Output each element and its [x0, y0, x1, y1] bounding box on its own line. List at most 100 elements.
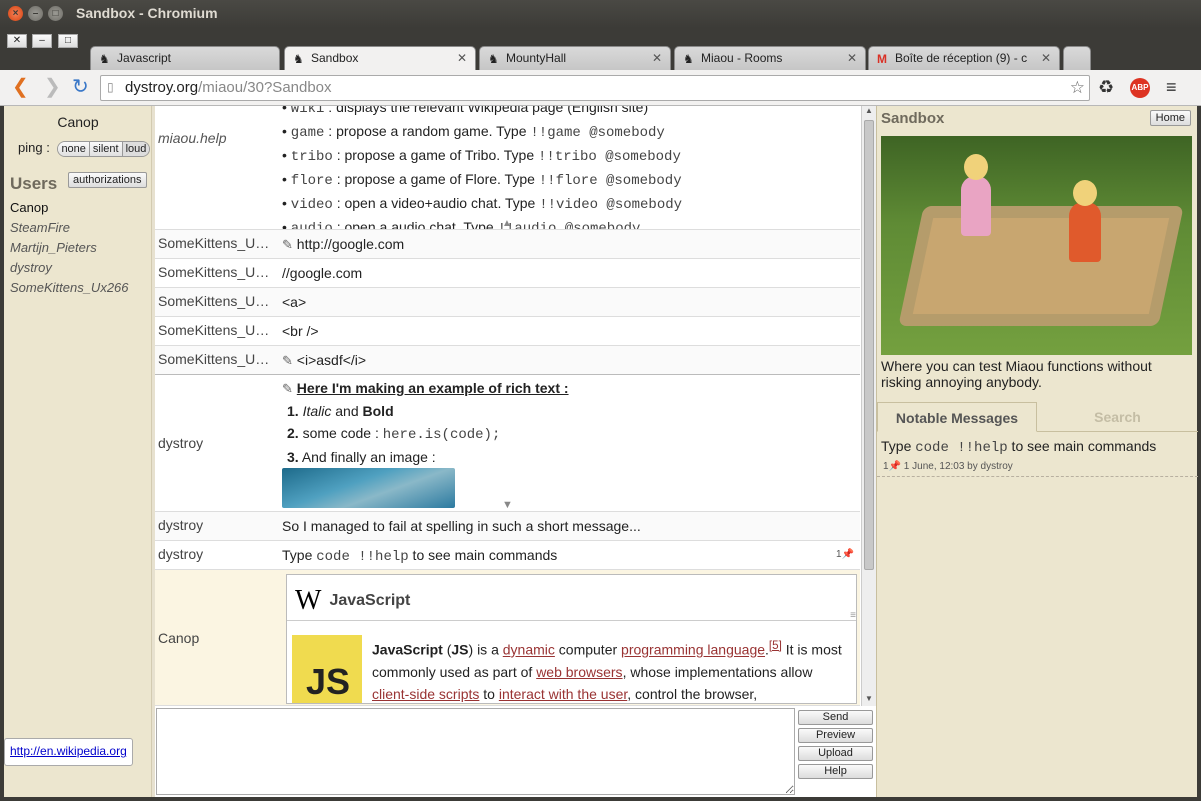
new-tab-button[interactable]: [1063, 46, 1091, 70]
help-text: : propose a random game. Type: [324, 123, 531, 139]
notable-message[interactable]: Type code !!help to see main commands: [881, 438, 1156, 456]
window-minimize-icon[interactable]: –: [28, 6, 43, 21]
close-icon[interactable]: ✕: [7, 34, 27, 48]
divider: [877, 476, 1198, 477]
home-button[interactable]: Home: [1149, 110, 1191, 126]
help-button[interactable]: Help: [798, 764, 873, 779]
room-title: Sandbox: [881, 110, 945, 127]
room-panel: Sandbox Home Where you can test Miaou fu…: [876, 106, 1198, 797]
authorizations-button[interactable]: authorizations: [68, 172, 147, 188]
help-line: • video : open a video+audio chat. Type …: [282, 195, 683, 213]
message-text: <a>: [282, 294, 307, 310]
tab-label: Miaou - Rooms: [701, 51, 783, 65]
message-author[interactable]: miaou.help: [158, 130, 276, 146]
scroll-up-icon[interactable]: ▲: [865, 106, 873, 115]
message[interactable]: dystroy Type code !!help to see main com…: [155, 541, 860, 570]
browser-window: × – □ Sandbox - Chromium ✕ – □ ♞ Javascr…: [0, 0, 1201, 801]
ping-loud-button[interactable]: loud: [122, 141, 150, 156]
message-text: <i>asdf</i>: [296, 352, 367, 368]
message-author[interactable]: SomeKittens_Ux266: [158, 322, 276, 338]
user-item[interactable]: dystroy: [10, 258, 129, 278]
ping-none-button[interactable]: none: [58, 141, 90, 156]
message-author[interactable]: SomeKittens_Ux266: [158, 264, 276, 280]
ping-options: none silent loud: [57, 140, 151, 157]
tab-gmail[interactable]: M Boîte de réception (9) - c ✕: [868, 46, 1060, 70]
user-item[interactable]: SomeKittens_Ux266: [10, 278, 129, 298]
window-maximize-icon[interactable]: □: [48, 6, 63, 21]
tab-sandbox[interactable]: ♞ Sandbox ✕: [284, 46, 476, 71]
pin-count[interactable]: 1📌: [836, 549, 854, 560]
back-icon[interactable]: ❮: [12, 77, 29, 97]
drag-handle-icon[interactable]: ≡: [850, 610, 856, 621]
message[interactable]: SomeKittens_Ux266 <a>: [155, 288, 860, 317]
message-input[interactable]: [156, 708, 795, 795]
message-author[interactable]: Canop: [158, 630, 276, 646]
help-code: !!audio @somebody: [497, 221, 641, 230]
tab-close-icon[interactable]: ✕: [847, 51, 857, 65]
tab-close-icon[interactable]: ✕: [457, 51, 467, 65]
tab-mountyhall[interactable]: ♞ MountyHall ✕: [479, 46, 671, 70]
user-item[interactable]: SteamFire: [10, 218, 129, 238]
wiki-ref-link[interactable]: [5]: [769, 639, 782, 652]
tab-miaou-rooms[interactable]: ♞ Miaou - Rooms ✕: [674, 46, 866, 70]
tab-close-icon[interactable]: ✕: [1041, 51, 1051, 65]
message-wiki[interactable]: Canop W JavaScript JS JavaScript (JS) is …: [155, 570, 860, 706]
minimize-icon[interactable]: –: [32, 34, 52, 48]
help-cmd: flore: [290, 173, 333, 189]
scrollbar-thumb[interactable]: [864, 120, 874, 570]
star-icon[interactable]: ☆: [1070, 78, 1085, 98]
help-code: !!game @somebody: [530, 125, 665, 141]
help-cmd: wiki: [290, 106, 325, 117]
address-bar[interactable]: ▯ dystroy.org/miaou/30?Sandbox ☆: [100, 75, 1090, 101]
message-author[interactable]: dystroy: [158, 435, 276, 451]
scroll-down-icon[interactable]: ▼: [865, 694, 873, 703]
page-content: Canop ping : none silent loud Users author…: [4, 106, 1198, 797]
adblock-icon[interactable]: ABP: [1130, 78, 1150, 98]
user-item[interactable]: Canop: [10, 198, 129, 218]
message-author[interactable]: SomeKittens_Ux266: [158, 293, 276, 309]
window-close-icon[interactable]: ×: [8, 6, 23, 21]
wiki-title: JavaScript: [329, 592, 411, 609]
wiki-bold: JavaScript: [372, 641, 443, 658]
current-user: Canop: [57, 114, 99, 130]
help-text: : displays the relevant Wikipedia page (…: [324, 106, 649, 115]
js-logo: JS: [292, 635, 362, 703]
message-rich[interactable]: dystroy ✎ Here I'm making an example of …: [155, 375, 860, 512]
user-item[interactable]: Martijn_Pieters: [10, 238, 129, 258]
message-author[interactable]: dystroy: [158, 517, 276, 533]
tab-notable-messages[interactable]: Notable Messages: [877, 402, 1037, 432]
menu-icon[interactable]: ≡: [1166, 77, 1177, 97]
wiki-link[interactable]: dynamic: [503, 642, 555, 658]
message[interactable]: SomeKittens_Ux266 <br />: [155, 317, 860, 346]
ping-silent-button[interactable]: silent: [89, 141, 123, 156]
collapse-arrow-icon[interactable]: ▲: [502, 218, 512, 229]
tab-search[interactable]: Search: [1037, 402, 1198, 432]
expand-arrow-icon[interactable]: ▼: [502, 499, 513, 511]
edited-pencil-icon: ✎: [282, 353, 293, 368]
message[interactable]: SomeKittens_Ux266 //google.com: [155, 259, 860, 288]
chat-scrollbar[interactable]: ▲ ▼: [861, 106, 876, 706]
browser-toolbar: ❮ ❯ ↻ ▯ dystroy.org/miaou/30?Sandbox ☆ ♻…: [0, 70, 1201, 106]
maximize-icon[interactable]: □: [58, 34, 78, 48]
message-author[interactable]: SomeKittens_Ux266: [158, 351, 276, 367]
send-button[interactable]: Send: [798, 710, 873, 725]
tab-javascript[interactable]: ♞ Javascript: [90, 46, 280, 70]
wiki-link[interactable]: programming language: [621, 642, 765, 658]
wiki-text: JavaScript (JS) is a dynamic computer pr…: [372, 639, 842, 702]
forward-icon[interactable]: ❯: [44, 77, 61, 97]
upload-button[interactable]: Upload: [798, 746, 873, 761]
rich-code: here.is(code);: [382, 427, 501, 443]
message[interactable]: SomeKittens_Ux266 ✎ http://google.com: [155, 230, 860, 259]
wiki-link[interactable]: interact with the user: [499, 686, 627, 702]
message-author[interactable]: SomeKittens_Ux266: [158, 235, 276, 251]
wiki-link[interactable]: web browsers: [536, 664, 622, 680]
message[interactable]: dystroy So I managed to fail at spelling…: [155, 512, 860, 541]
wiki-link[interactable]: client-side scripts: [372, 686, 479, 702]
message[interactable]: SomeKittens_Ux266 ✎ <i>asdf</i>: [155, 346, 860, 375]
message-help[interactable]: miaou.help • wiki : displays the relevan…: [155, 106, 860, 230]
tab-close-icon[interactable]: ✕: [652, 51, 662, 65]
recycle-icon[interactable]: ♻: [1098, 77, 1114, 97]
preview-button[interactable]: Preview: [798, 728, 873, 743]
reload-icon[interactable]: ↻: [72, 77, 89, 97]
message-author[interactable]: dystroy: [158, 546, 276, 562]
